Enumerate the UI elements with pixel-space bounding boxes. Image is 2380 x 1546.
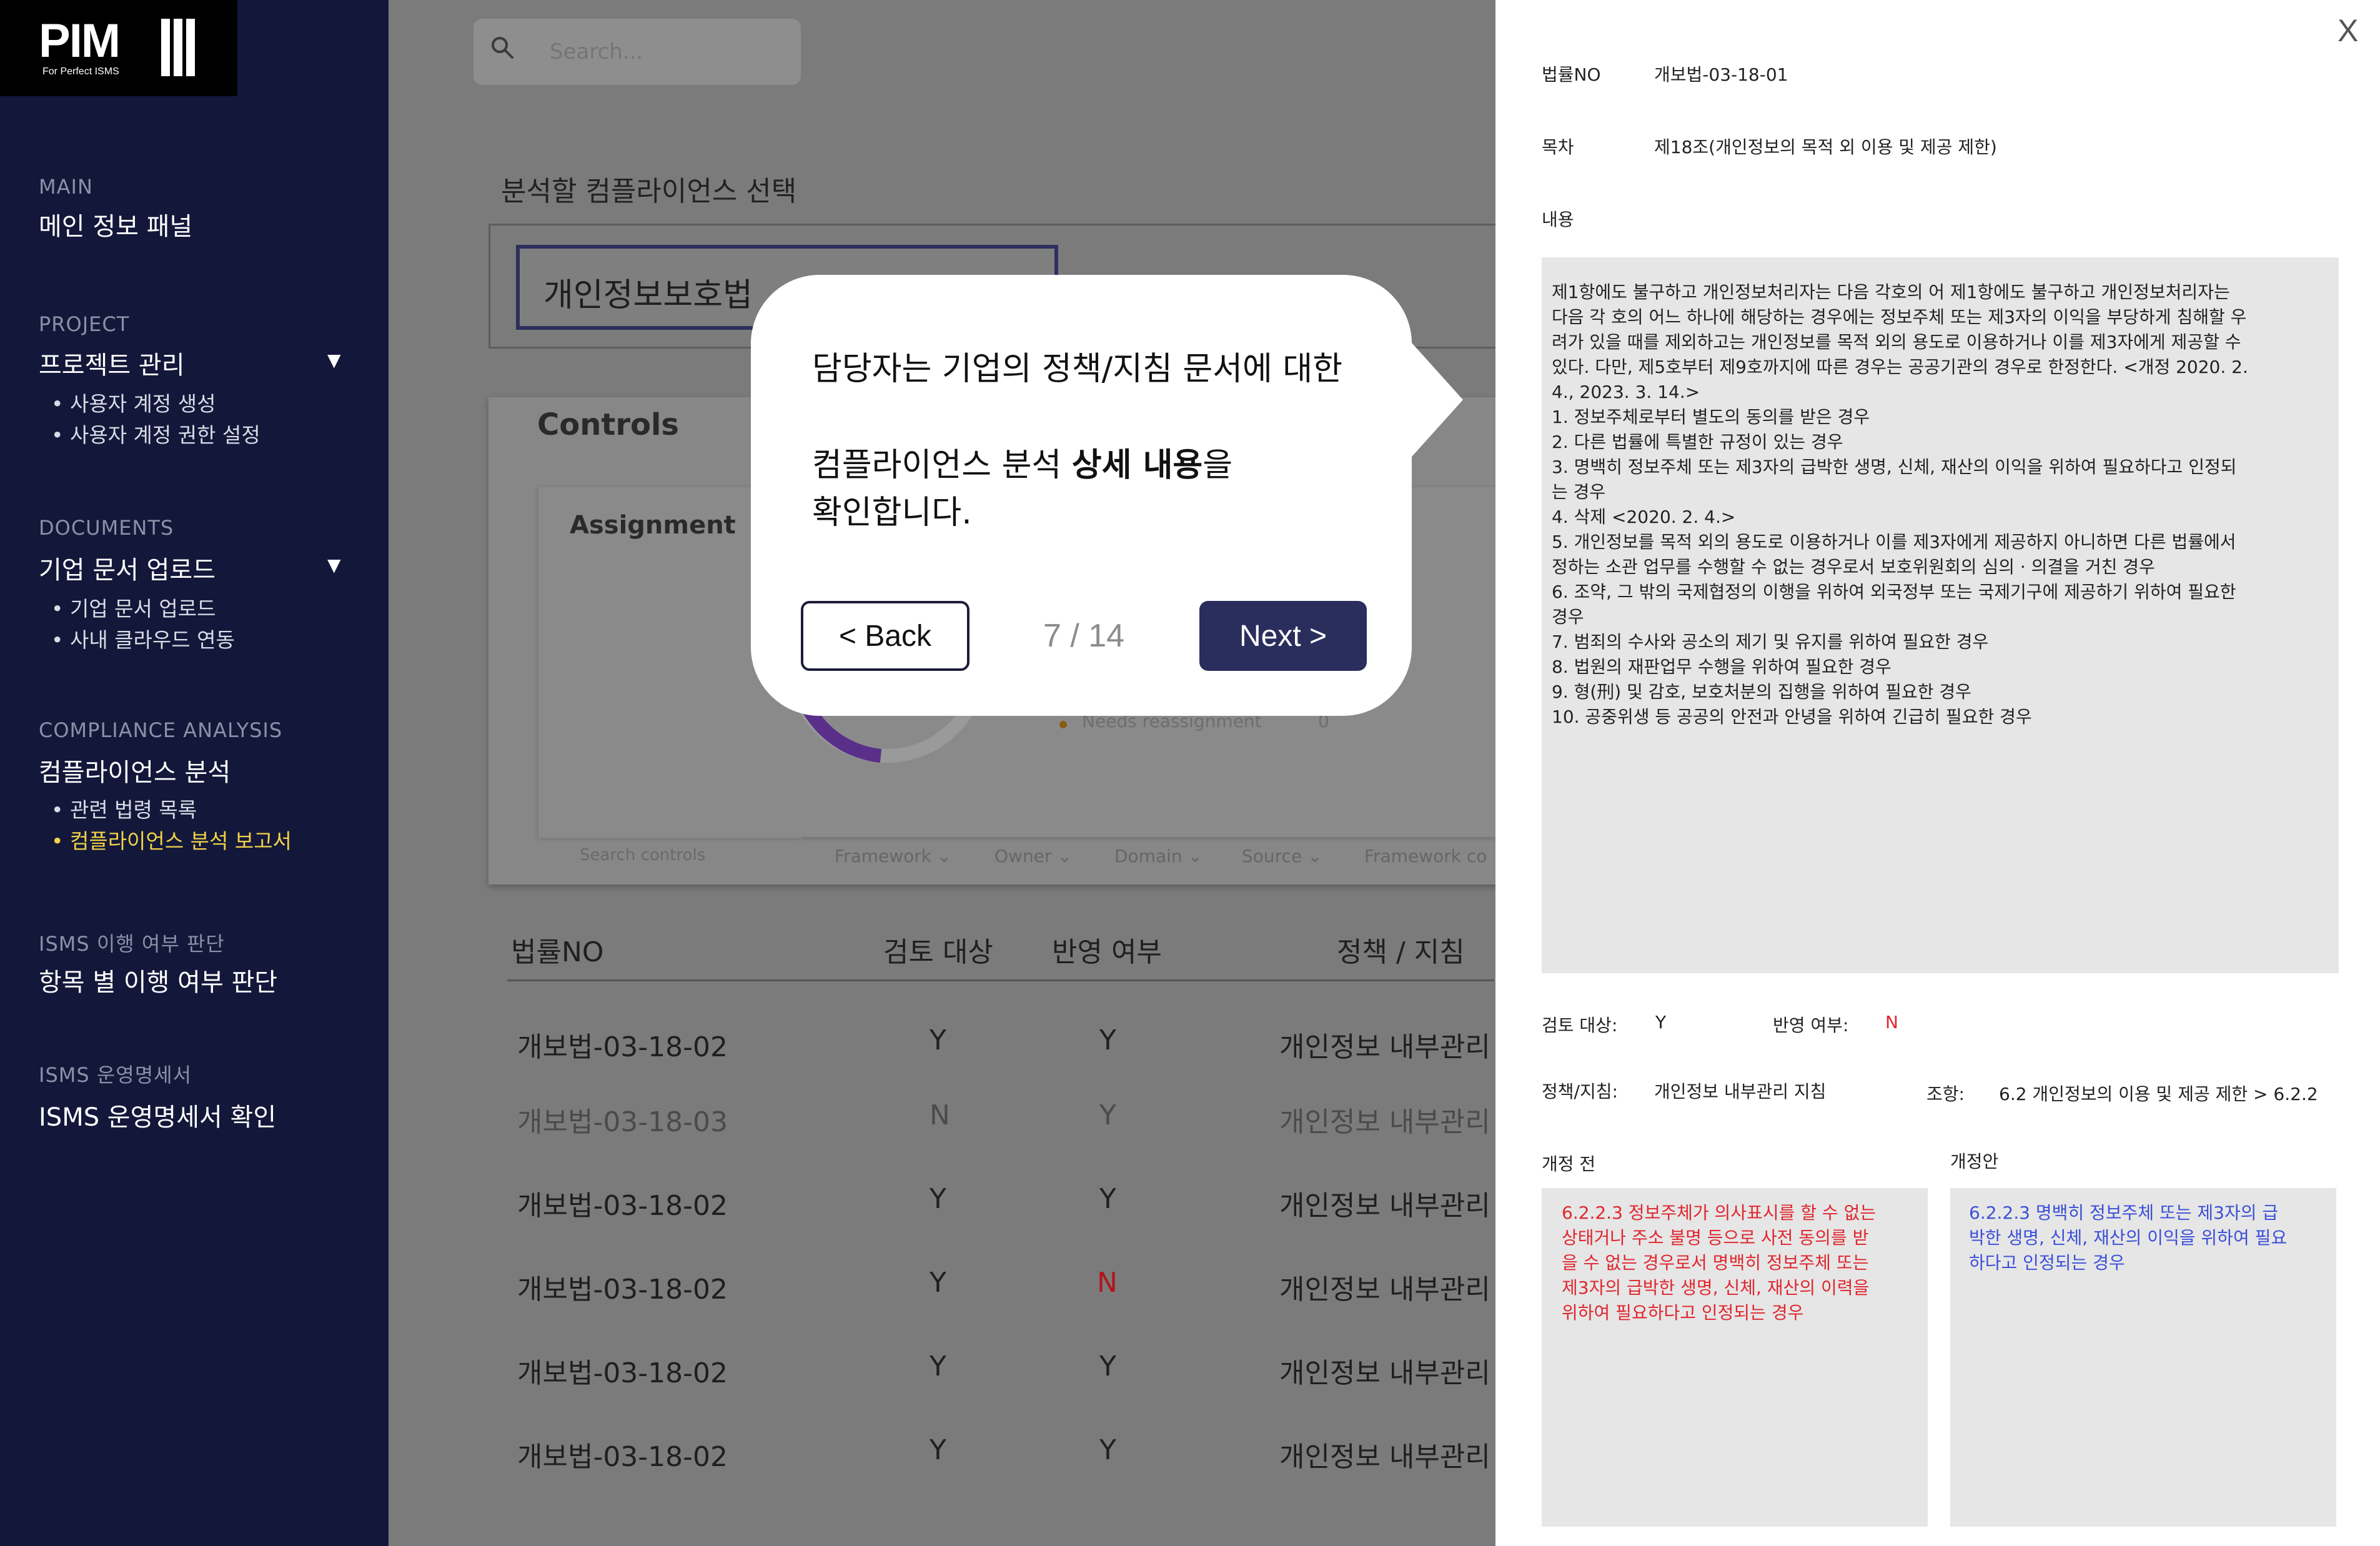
- nav-cloud-integration[interactable]: • 사내 클라우드 연동: [51, 623, 235, 653]
- controls-title: Controls: [537, 407, 679, 442]
- sidebar: PIM For Perfect ISMS MAIN 메인 정보 패널 PROJE…: [0, 0, 389, 1546]
- filter-framework[interactable]: Framework ⌄: [835, 846, 951, 866]
- cell-policy: 개인정보 내부관리: [1279, 1274, 1490, 1306]
- review-label: 검토 대상:: [1542, 1015, 1618, 1036]
- policy-label: 정책/지침:: [1542, 1081, 1618, 1102]
- cell-policy: 개인정보 내부관리: [1279, 1357, 1490, 1389]
- cell-policy: 개인정보 내부관리: [1279, 1441, 1490, 1473]
- compliance-select-label: 분석할 컴플라이언스 선택: [501, 176, 797, 207]
- section-label-project: PROJECT: [39, 312, 130, 336]
- filter-source[interactable]: Source ⌄: [1242, 846, 1322, 866]
- table-divider: [507, 979, 1494, 981]
- search-bar[interactable]: [474, 19, 801, 85]
- cell-reflect: Y: [1099, 1350, 1116, 1382]
- nav-compliance-analysis[interactable]: 컴플라이언스 분석: [39, 752, 231, 788]
- nav-document-upload[interactable]: 기업 문서 업로드: [39, 550, 216, 586]
- toc-value: 제18조(개인정보의 목적 외 이용 및 제공 제한): [1654, 137, 1997, 157]
- section-label-main: MAIN: [39, 175, 93, 199]
- before-label: 개정 전: [1542, 1154, 1596, 1174]
- toc-label: 목차: [1542, 137, 1574, 157]
- tour-tooltip-pointer: [1407, 337, 1463, 462]
- cell-review: Y: [930, 1350, 946, 1382]
- nav-item-judgment[interactable]: 항목 별 이행 여부 판단: [39, 962, 277, 998]
- nav-project-management[interactable]: 프로젝트 관리: [39, 345, 185, 381]
- section-label-documents: DOCUMENTS: [39, 516, 174, 540]
- close-icon[interactable]: X: [2338, 12, 2358, 49]
- search-icon: [492, 37, 513, 59]
- compliance-select-value: 개인정보보호법: [543, 277, 753, 314]
- review-value: Y: [1655, 1012, 1667, 1033]
- cell-policy: 개인정보 내부관리: [1279, 1106, 1490, 1138]
- cell-review: Y: [930, 1024, 946, 1056]
- policy-value: 개인정보 내부관리 지침: [1654, 1081, 1827, 1102]
- cell-law-no: 개보법-03-18-02: [517, 1190, 728, 1222]
- section-label-isms-spec: ISMS 운영명세서: [39, 1063, 192, 1087]
- nav-compliance-report[interactable]: • 컴플라이언스 분석 보고서: [51, 825, 292, 855]
- table-header-review: 검토 대상: [883, 936, 993, 968]
- assignment-title: Assignment: [570, 511, 736, 540]
- chevron-down-icon[interactable]: ▼: [327, 350, 341, 370]
- cell-review: N: [930, 1099, 950, 1131]
- chevron-down-icon[interactable]: ▼: [327, 555, 341, 575]
- cell-reflect: Y: [1099, 1434, 1116, 1466]
- cell-policy: 개인정보 내부관리: [1279, 1190, 1490, 1222]
- table-header-law-no: 법률NO: [511, 936, 604, 968]
- cell-review: Y: [930, 1267, 946, 1299]
- cell-review: Y: [930, 1183, 946, 1215]
- clause-label: 조항:: [1926, 1084, 1965, 1104]
- nav-main-dashboard[interactable]: 메인 정보 패널: [39, 206, 192, 242]
- reflect-label: 반영 여부:: [1773, 1015, 1849, 1036]
- tooltip-text-line1: 담당자는 기업의 정책/지침 문서에 대한: [812, 350, 1343, 388]
- tooltip-text-line3: 확인합니다.: [812, 494, 972, 532]
- filter-owner[interactable]: Owner ⌄: [994, 846, 1072, 866]
- logo-subtitle: For Perfect ISMS: [42, 66, 119, 77]
- law-no-label: 법률NO: [1542, 64, 1601, 85]
- tour-back-button[interactable]: < Back: [801, 601, 969, 671]
- cell-policy: 개인정보 내부관리: [1279, 1031, 1490, 1063]
- content-text: 제1항에도 불구하고 개인정보처리자는 다음 각호의 어 제1항에도 불구하고 …: [1552, 282, 2248, 727]
- nav-company-document-upload[interactable]: • 기업 문서 업로드: [51, 592, 216, 622]
- after-text: 6.2.2.3 명백히 정보주체 또는 제3자의 급 박한 생명, 신체, 재산…: [1969, 1202, 2288, 1273]
- cell-law-no: 개보법-03-18-02: [517, 1031, 728, 1063]
- tour-next-button[interactable]: Next >: [1199, 601, 1367, 671]
- cell-reflect: Y: [1099, 1183, 1116, 1215]
- controls-search-placeholder: Search controls: [580, 846, 706, 865]
- cell-law-no: 개보법-03-18-02: [517, 1274, 728, 1306]
- cell-reflect: N: [1097, 1267, 1118, 1299]
- cell-reflect: Y: [1099, 1024, 1116, 1056]
- logo-bars-icon: [161, 19, 196, 76]
- cell-review: Y: [930, 1434, 946, 1466]
- nav-isms-spec[interactable]: ISMS 운영명세서 확인: [39, 1097, 276, 1133]
- cell-reflect: Y: [1099, 1099, 1116, 1131]
- search-input[interactable]: [548, 34, 788, 70]
- nav-related-laws[interactable]: • 관련 법령 목록: [51, 793, 197, 823]
- cell-law-no: 개보법-03-18-03: [517, 1106, 728, 1138]
- section-label-compliance: COMPLIANCE ANALYSIS: [39, 718, 283, 742]
- tour-step-counter: 7 / 14: [1043, 618, 1125, 654]
- nav-create-user-account[interactable]: • 사용자 계정 생성: [51, 387, 216, 417]
- reflect-value: N: [1885, 1012, 1898, 1033]
- cell-law-no: 개보법-03-18-02: [517, 1441, 728, 1473]
- law-no-value: 개보법-03-18-01: [1654, 64, 1788, 85]
- logo[interactable]: PIM For Perfect ISMS: [0, 0, 237, 96]
- content-label: 내용: [1542, 209, 1574, 230]
- filter-framework-co[interactable]: Framework co: [1364, 846, 1487, 866]
- logo-text: PIM: [39, 14, 121, 67]
- tooltip-text-line2: 컴플라이언스 분석 상세 내용을: [812, 447, 1233, 484]
- legend-dot: [1059, 721, 1067, 728]
- filter-domain[interactable]: Domain ⌄: [1114, 846, 1202, 866]
- nav-user-permission-settings[interactable]: • 사용자 계정 권한 설정: [51, 419, 260, 448]
- table-header-reflect: 반영 여부: [1052, 936, 1162, 968]
- table-header-policy: 정책 / 지침: [1337, 936, 1465, 968]
- cell-law-no: 개보법-03-18-02: [517, 1357, 728, 1389]
- clause-value: 6.2 개인정보의 이용 및 제공 제한 > 6.2.2: [1999, 1084, 2318, 1104]
- section-label-isms-judgment: ISMS 이행 여부 판단: [39, 932, 225, 956]
- before-text: 6.2.2.3 정보주체가 의사표시를 할 수 없는 상태거나 주소 불명 등으…: [1562, 1202, 1877, 1323]
- after-label: 개정안: [1950, 1151, 1999, 1172]
